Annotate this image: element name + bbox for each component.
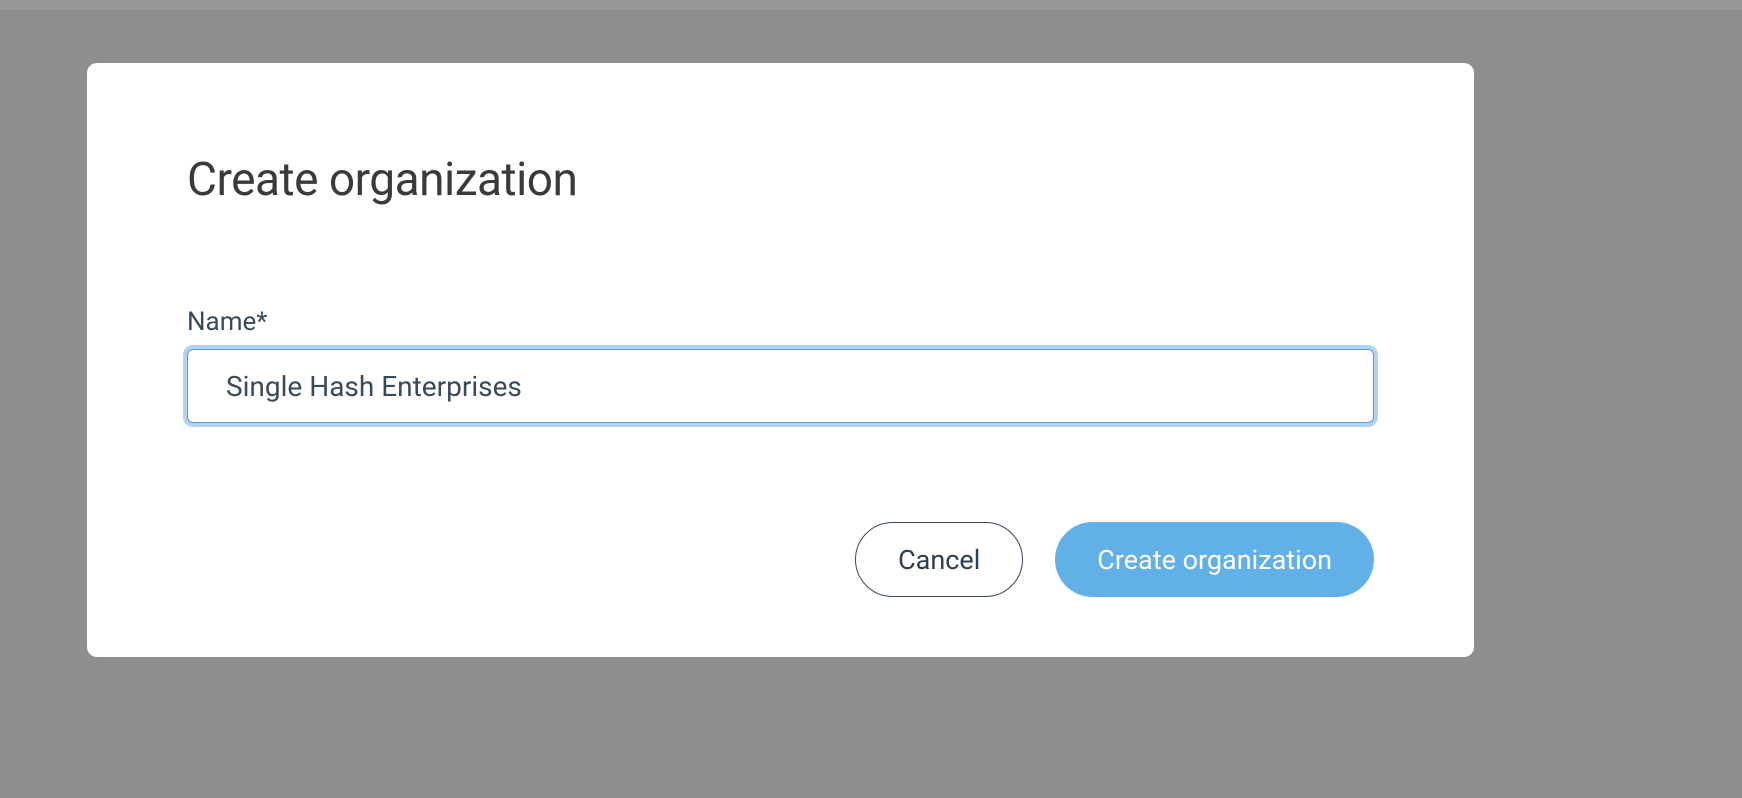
modal-title: Create organization — [187, 153, 1374, 207]
create-organization-modal: Create organization Name* Cancel Create … — [87, 63, 1474, 657]
name-field-label: Name* — [187, 307, 1374, 337]
cancel-button[interactable]: Cancel — [855, 522, 1023, 597]
create-organization-button[interactable]: Create organization — [1055, 522, 1374, 597]
name-input[interactable] — [187, 349, 1374, 423]
button-row: Cancel Create organization — [855, 522, 1374, 597]
window-top-bar — [0, 0, 1742, 10]
